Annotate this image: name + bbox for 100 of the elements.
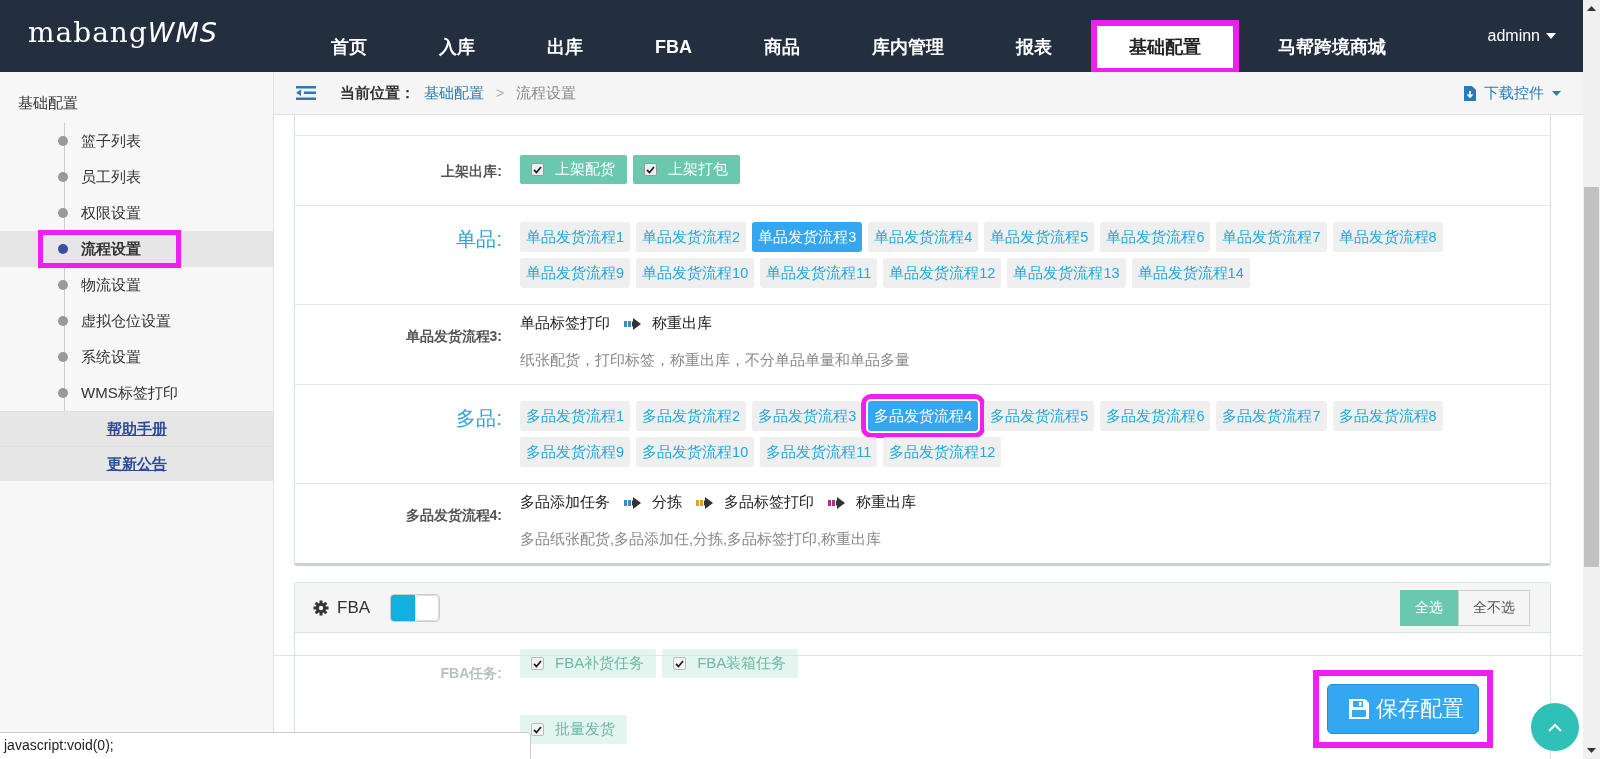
nav-tab[interactable]: FBA bbox=[622, 22, 725, 72]
sidebar-item-label: WMS标签打印 bbox=[38, 375, 198, 411]
sidebar-item[interactable]: 流程设置 bbox=[0, 231, 273, 267]
flow-option[interactable]: 单品发货流程8 bbox=[1332, 222, 1443, 252]
checkbox[interactable] bbox=[644, 163, 657, 176]
nav-tab[interactable]: 首页 bbox=[298, 22, 400, 72]
flow-step: 多品标签打印 bbox=[724, 493, 814, 512]
sidebar-item-label: 系统设置 bbox=[38, 339, 161, 375]
caret-icon bbox=[1546, 33, 1556, 39]
download-button[interactable]: 下载控件 bbox=[1464, 83, 1561, 103]
flow-option[interactable]: 多品发货流程10 bbox=[636, 437, 755, 467]
field-label: 多品: bbox=[455, 406, 503, 431]
check-icon bbox=[675, 659, 685, 668]
scrollbar[interactable] bbox=[1583, 0, 1600, 759]
file-download-icon bbox=[1464, 85, 1476, 101]
flow-option[interactable]: 单品发货流程10 bbox=[636, 258, 755, 288]
select-button[interactable]: 全不选 bbox=[1458, 589, 1530, 626]
bullet-icon bbox=[58, 172, 68, 182]
caret-icon bbox=[1552, 90, 1561, 96]
flow-option[interactable]: 多品发货流程2 bbox=[636, 401, 747, 431]
flow-option[interactable]: 单品发货流程13 bbox=[1007, 258, 1126, 288]
menu-icon bbox=[296, 86, 316, 100]
flow-option[interactable]: 多品发货流程8 bbox=[1332, 401, 1443, 431]
sidebar-item[interactable]: 员工列表 bbox=[0, 159, 273, 195]
checkbox[interactable] bbox=[673, 657, 687, 670]
check-icon bbox=[533, 659, 542, 668]
save-button[interactable]: 保存配置 bbox=[1327, 684, 1479, 734]
flow-option[interactable]: 单品发货流程4 bbox=[868, 222, 979, 252]
nav-tab[interactable]: 库内管理 bbox=[839, 22, 977, 72]
checkbox-option[interactable]: 上架打包 bbox=[633, 155, 740, 184]
flow-option[interactable]: 多品发货流程9 bbox=[520, 437, 631, 467]
nav-tab[interactable]: 入库 bbox=[406, 22, 508, 72]
flow-option[interactable]: 多品发货流程1 bbox=[520, 401, 631, 431]
scrollbar-thumb[interactable] bbox=[1584, 187, 1599, 567]
nav-tab[interactable]: 报表 bbox=[983, 22, 1085, 72]
select-button[interactable]: 全选 bbox=[1400, 589, 1458, 626]
nav-tab[interactable]: 马帮跨境商城 bbox=[1245, 22, 1419, 72]
flow-option[interactable]: 单品发货流程12 bbox=[883, 258, 1002, 288]
flow-option[interactable]: 单品发货流程14 bbox=[1131, 258, 1250, 288]
breadcrumb-label: 当前位置： bbox=[340, 83, 415, 103]
flow-step: 称重出库 bbox=[652, 314, 712, 333]
flow-option[interactable]: 多品发货流程3 bbox=[752, 401, 863, 431]
checkbox-option[interactable]: FBA装箱任务 bbox=[662, 649, 799, 678]
flow-option[interactable]: 多品发货流程6 bbox=[1100, 401, 1211, 431]
sidebar-item-label: 虚拟仓位设置 bbox=[38, 303, 191, 339]
field-label: 多品发货流程4: bbox=[404, 506, 503, 525]
field-label: 单品: bbox=[455, 227, 503, 252]
panel-title: FBA bbox=[337, 597, 371, 618]
breadcrumb-link[interactable]: 基础配置 bbox=[424, 83, 484, 103]
checkbox[interactable] bbox=[531, 163, 544, 176]
logo: mabangWMS bbox=[27, 14, 219, 51]
sidebar-item[interactable]: 虚拟仓位设置 bbox=[0, 303, 273, 339]
nav-tab[interactable]: 商品 bbox=[731, 22, 833, 72]
flow-option[interactable]: 单品发货流程2 bbox=[636, 222, 747, 252]
sidebar-item[interactable]: 权限设置 bbox=[0, 195, 273, 231]
sidebar-link[interactable]: 帮助手册 bbox=[106, 419, 167, 439]
bullet-icon bbox=[58, 244, 68, 254]
sidebar-item[interactable]: 系统设置 bbox=[0, 339, 273, 375]
flow-option[interactable]: 单品发货流程11 bbox=[760, 258, 878, 288]
bullet-icon bbox=[58, 208, 68, 218]
flow-option[interactable]: 单品发货流程1 bbox=[520, 222, 631, 252]
flow-option[interactable]: 单品发货流程9 bbox=[520, 258, 631, 288]
check-icon bbox=[646, 165, 655, 174]
check-icon bbox=[533, 165, 542, 174]
flow-option[interactable]: 单品发货流程7 bbox=[1216, 222, 1327, 252]
user-menu[interactable]: adminn bbox=[1487, 27, 1583, 45]
flow-step: 称重出库 bbox=[856, 493, 916, 512]
checkbox[interactable] bbox=[531, 723, 544, 736]
flow-option[interactable]: 多品发货流程7 bbox=[1216, 401, 1327, 431]
bullet-icon bbox=[58, 136, 68, 146]
sidebar-item[interactable]: 篮子列表 bbox=[0, 123, 273, 159]
flow-description: 纸张配货，打印标签，称重出库，不分单品单量和单品多量 bbox=[520, 351, 911, 370]
toggle-switch[interactable] bbox=[390, 593, 441, 622]
gear-icon bbox=[313, 599, 329, 616]
flow-option[interactable]: 单品发货流程3 bbox=[752, 222, 863, 252]
sidebar-link[interactable]: 更新公告 bbox=[106, 454, 167, 474]
flow-step: 分拣 bbox=[652, 493, 682, 512]
flow-option[interactable]: 多品发货流程11 bbox=[760, 437, 878, 467]
flow-option[interactable]: 单品发货流程6 bbox=[1100, 222, 1211, 252]
breadcrumb-separator: > bbox=[496, 85, 505, 101]
flow-description: 多品纸张配货,多品添加任,分拣,多品标签打印,称重出库 bbox=[520, 530, 883, 549]
checkbox-option[interactable]: 批量发货 bbox=[520, 715, 627, 744]
sidebar-item-label: 权限设置 bbox=[38, 195, 161, 231]
nav-tab[interactable]: 出库 bbox=[514, 22, 616, 72]
flow-option[interactable]: 多品发货流程12 bbox=[883, 437, 1002, 467]
checkbox-option[interactable]: 上架配货 bbox=[520, 155, 627, 184]
flow-option[interactable]: 单品发货流程5 bbox=[984, 222, 1095, 252]
sidebar-item[interactable]: WMS标签打印 bbox=[0, 375, 273, 411]
checkbox[interactable] bbox=[531, 657, 544, 670]
field-label: 单品发货流程3: bbox=[404, 327, 503, 346]
checkbox-option[interactable]: FBA补货任务 bbox=[520, 649, 657, 678]
scroll-down-icon bbox=[1587, 748, 1596, 753]
flow-step: 多品添加任务 bbox=[520, 493, 610, 512]
flow-step: 单品标签打印 bbox=[520, 314, 610, 333]
bullet-icon bbox=[58, 316, 68, 326]
sidebar-title: 基础配置 bbox=[17, 93, 79, 113]
flow-option[interactable]: 多品发货流程5 bbox=[984, 401, 1095, 431]
nav-tab[interactable]: 基础配置 bbox=[1091, 20, 1239, 74]
sidebar-item[interactable]: 物流设置 bbox=[0, 267, 273, 303]
check-icon bbox=[533, 725, 542, 734]
